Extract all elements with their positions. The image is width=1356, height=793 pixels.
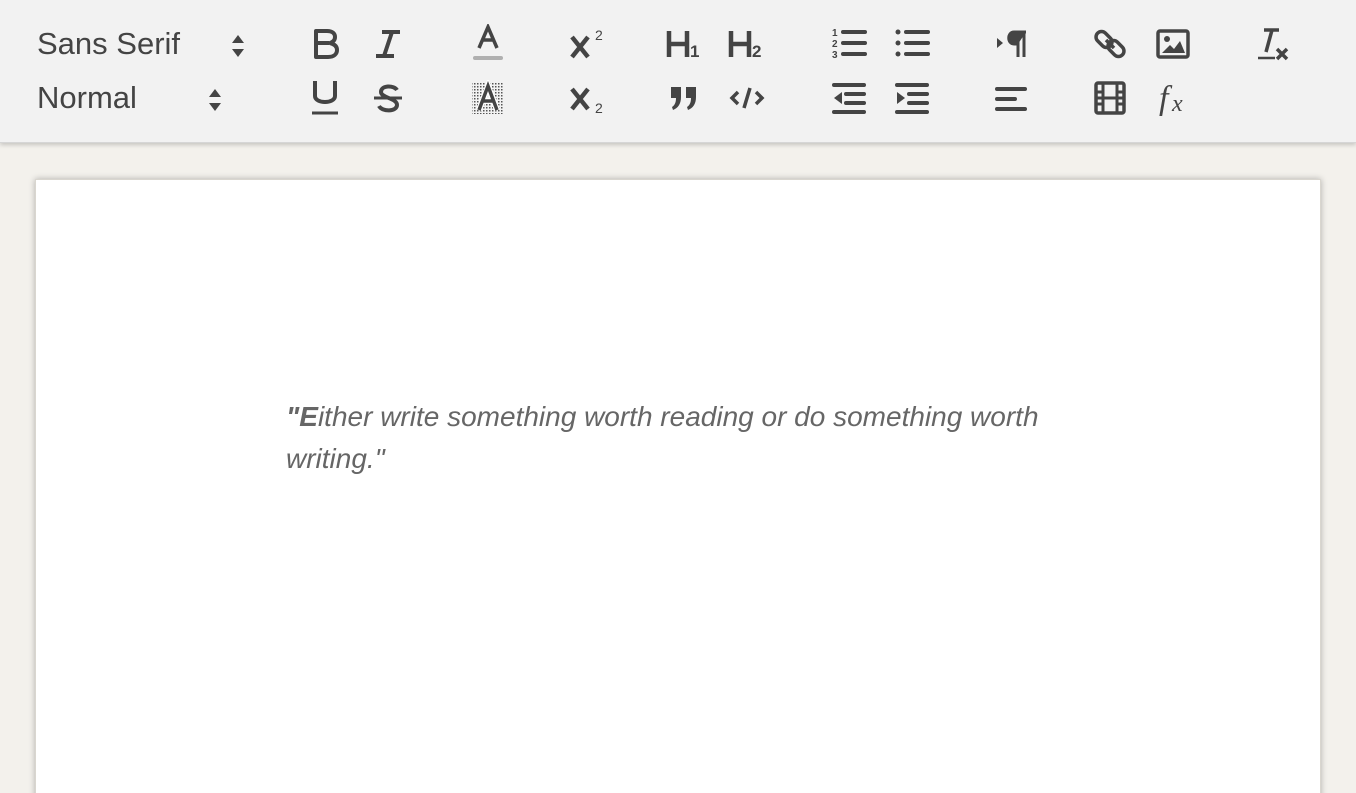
text-direction-icon — [997, 30, 1026, 57]
svg-text:2: 2 — [595, 27, 603, 43]
text-direction-button[interactable] — [988, 21, 1036, 67]
link-button[interactable] — [1086, 21, 1134, 67]
video-button[interactable] — [1086, 75, 1134, 121]
svg-text:1: 1 — [690, 42, 699, 61]
bullet-list-button[interactable] — [888, 21, 936, 67]
italic-button[interactable] — [364, 21, 412, 67]
outdent-icon — [832, 83, 866, 114]
link-icon — [1094, 29, 1126, 59]
font-size-picker[interactable]: Normal — [37, 76, 227, 120]
editor-toolbar: Sans Serif Normal 2 2 1 2 1 2 3 f x — [0, 0, 1356, 143]
header-1-icon: 1 — [666, 31, 699, 61]
ordered-list-button[interactable]: 1 2 3 — [825, 21, 873, 67]
svg-text:x: x — [1171, 91, 1183, 117]
code-block-icon — [729, 87, 765, 109]
indent-button[interactable] — [888, 75, 936, 121]
outdent-button[interactable] — [825, 75, 873, 121]
header-2-icon: 2 — [728, 31, 761, 61]
bullet-list-icon — [895, 29, 930, 57]
video-icon — [1094, 81, 1126, 115]
editor-quote: "Either write something worth reading or… — [286, 396, 1086, 480]
indent-icon — [895, 83, 929, 114]
editor-area[interactable]: "Either write something worth reading or… — [35, 179, 1321, 793]
clean-format-button[interactable] — [1250, 21, 1298, 67]
font-family-picker[interactable]: Sans Serif — [37, 22, 252, 66]
italic-icon — [376, 30, 400, 58]
blockquote-button[interactable] — [660, 75, 708, 121]
image-icon — [1156, 29, 1190, 59]
svg-text:f: f — [1159, 80, 1173, 117]
code-block-button[interactable] — [723, 75, 771, 121]
subscript-button[interactable]: 2 — [562, 75, 610, 121]
ordered-list-icon: 1 2 3 — [832, 28, 867, 61]
font-family-label: Sans Serif — [37, 26, 181, 61]
formula-icon: f x — [1159, 80, 1183, 117]
background-color-icon — [472, 80, 504, 114]
svg-text:2: 2 — [595, 100, 603, 115]
background-color-button[interactable] — [464, 75, 512, 121]
strike-icon — [374, 84, 402, 113]
bold-button[interactable] — [301, 21, 349, 67]
header-2-button[interactable]: 2 — [722, 21, 770, 67]
quote-text: ither write something worth reading or d… — [286, 401, 1039, 474]
underline-button[interactable] — [301, 75, 349, 121]
picker-arrows-icon — [207, 85, 223, 121]
clean-icon — [1258, 28, 1289, 61]
align-button[interactable] — [988, 75, 1036, 121]
superscript-button[interactable]: 2 — [562, 21, 610, 67]
superscript-icon: 2 — [570, 27, 603, 59]
blockquote-icon — [671, 87, 696, 110]
font-color-icon — [473, 24, 503, 60]
strike-button[interactable] — [364, 75, 412, 121]
picker-arrows-icon — [230, 31, 246, 67]
svg-text:2: 2 — [752, 42, 761, 61]
svg-text:1: 1 — [832, 28, 838, 39]
quote-first-letters: "E — [286, 401, 318, 432]
font-size-label: Normal — [37, 80, 137, 115]
header-1-button[interactable]: 1 — [659, 21, 707, 67]
svg-text:2: 2 — [832, 39, 838, 50]
formula-button[interactable]: f x — [1149, 75, 1197, 121]
svg-text:3: 3 — [832, 50, 838, 61]
bold-icon — [314, 29, 339, 59]
align-icon — [995, 87, 1027, 111]
subscript-icon: 2 — [570, 87, 603, 115]
image-button[interactable] — [1149, 21, 1197, 67]
font-color-button[interactable] — [464, 21, 512, 67]
underline-icon — [312, 81, 338, 115]
